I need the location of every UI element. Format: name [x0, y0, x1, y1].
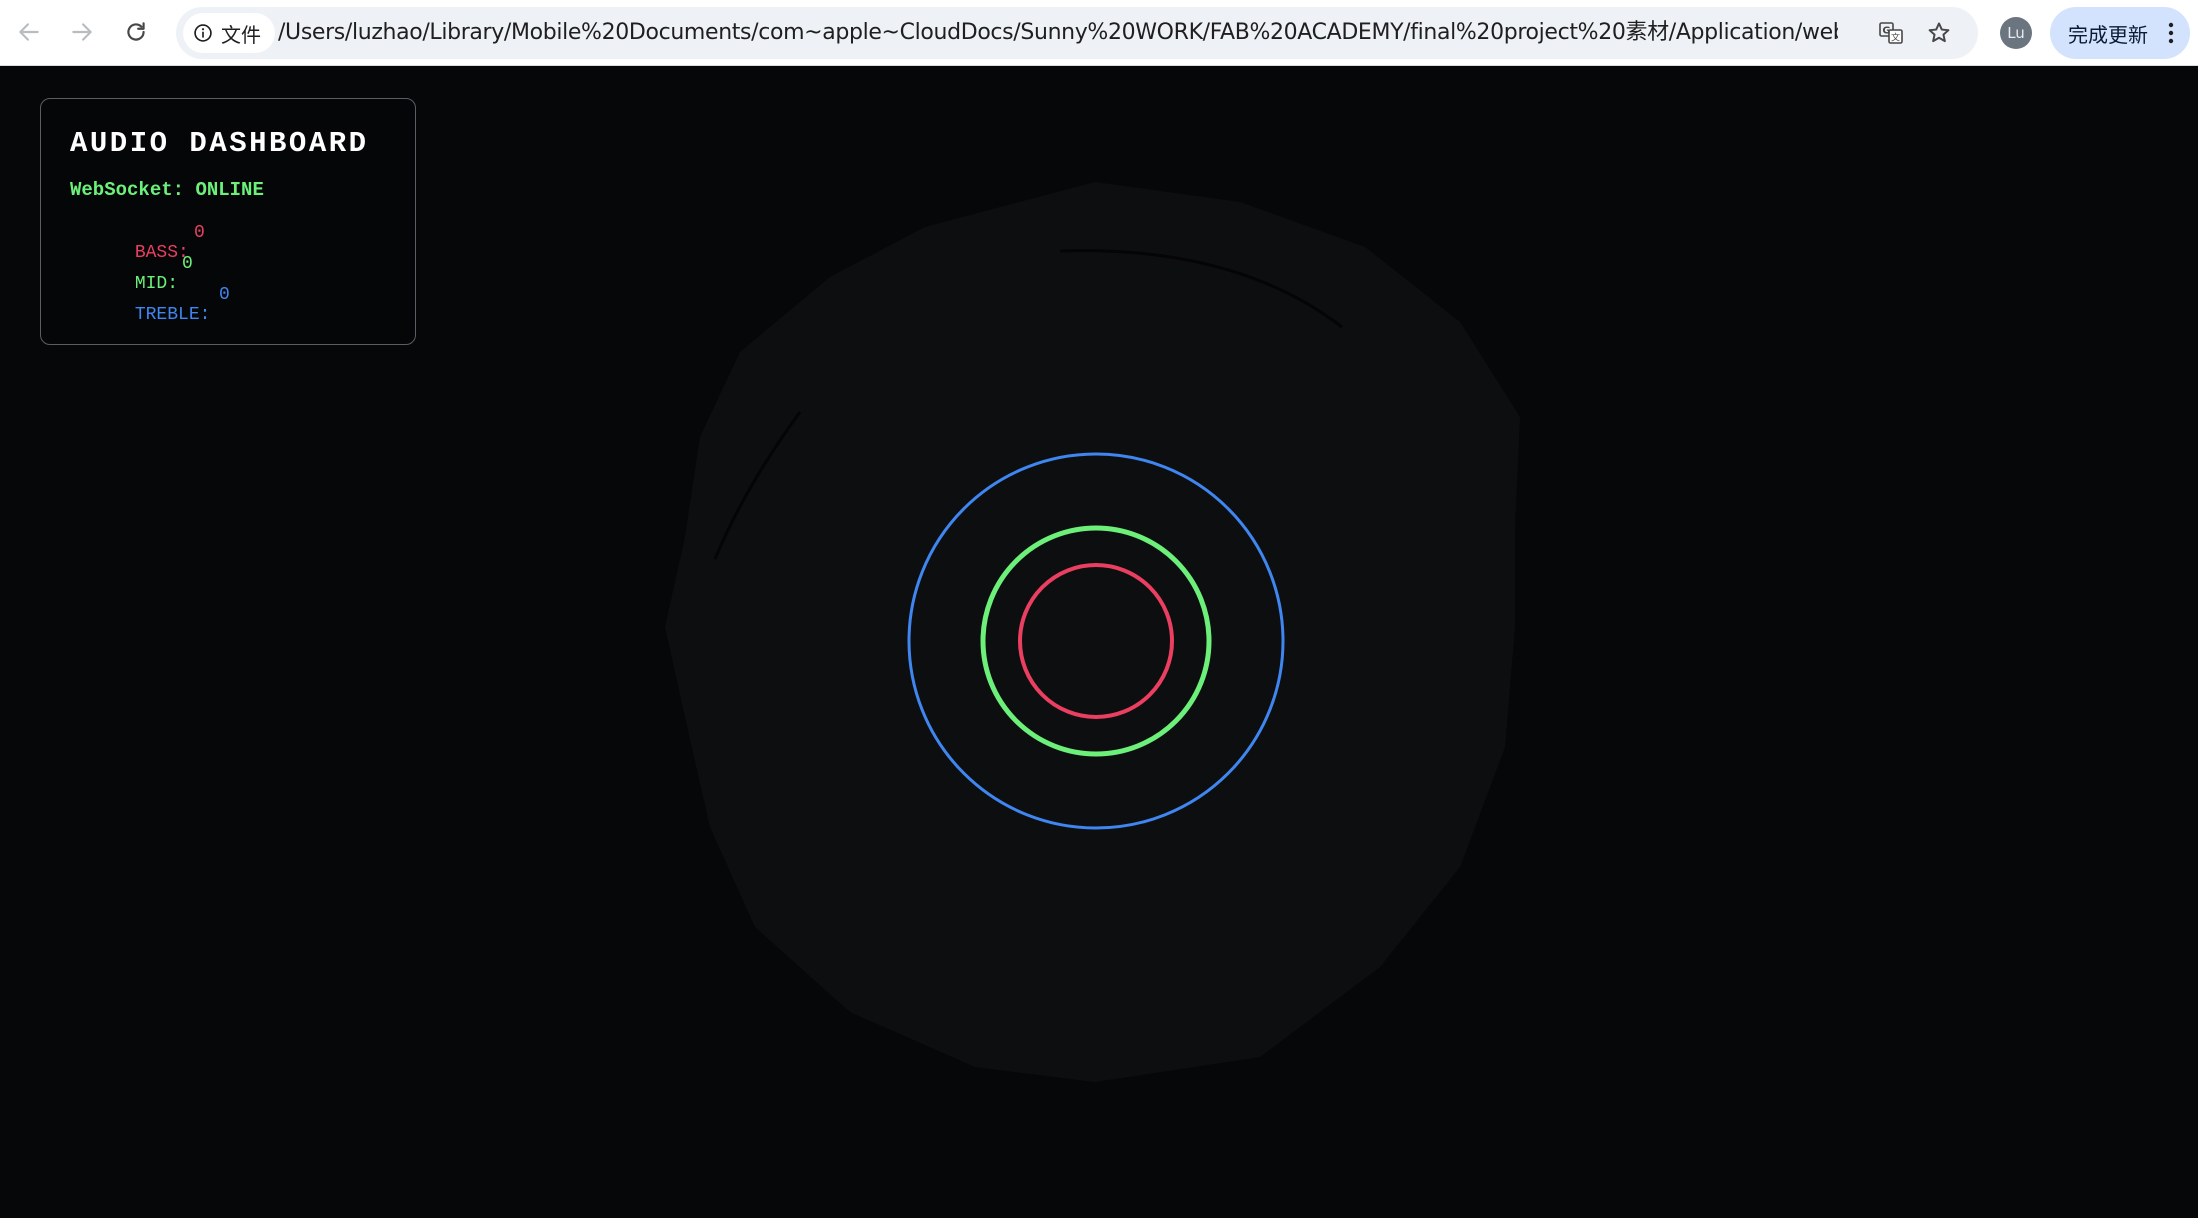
update-button-label: 完成更新 — [2068, 22, 2148, 47]
update-button[interactable]: 完成更新 — [2050, 7, 2190, 59]
audio-dashboard-panel: AUDIO DASHBOARD WebSocket: ONLINE BASS: … — [40, 98, 416, 345]
reload-icon — [127, 22, 145, 41]
profile-avatar[interactable]: Lu — [2000, 17, 2032, 49]
url-text[interactable]: /Users/luzhao/Library/Mobile%20Documents… — [278, 7, 1838, 59]
websocket-status: ONLINE — [195, 179, 264, 201]
site-info-chip[interactable]: 文件 — [183, 13, 275, 53]
forward-icon — [72, 23, 92, 41]
treble-value: 0 — [219, 285, 230, 305]
bass-value: 0 — [194, 223, 205, 243]
browser-toolbar: 文件 /Users/luzhao/Library/Mobile%20Docume… — [0, 0, 2198, 66]
address-bar[interactable]: 文件 /Users/luzhao/Library/Mobile%20Docume… — [176, 7, 1978, 59]
treble-label: TREBLE: — [134, 305, 211, 325]
dashboard-title: AUDIO DASHBOARD — [70, 127, 369, 160]
svg-text:文: 文 — [1891, 32, 1900, 44]
back-icon — [19, 23, 39, 41]
info-icon — [194, 24, 212, 42]
websocket-label: WebSocket: — [70, 179, 185, 201]
forward-button[interactable] — [59, 9, 105, 55]
back-button[interactable] — [6, 9, 52, 55]
site-chip-label: 文件 — [221, 22, 261, 47]
translate-icon: G 文 — [1879, 22, 1903, 44]
bookmark-button[interactable] — [1924, 18, 1954, 48]
visualizer-blob — [665, 182, 1520, 1082]
treble-row: TREBLE: 0 — [70, 285, 230, 365]
mid-value: 0 — [182, 254, 193, 274]
reload-button[interactable] — [113, 9, 159, 55]
page-content: AUDIO DASHBOARD WebSocket: ONLINE BASS: … — [0, 67, 2198, 1218]
star-icon — [1928, 22, 1950, 43]
translate-button[interactable]: G 文 — [1876, 18, 1906, 48]
websocket-status-row: WebSocket: ONLINE — [70, 179, 264, 201]
more-vert-icon — [2168, 22, 2174, 44]
